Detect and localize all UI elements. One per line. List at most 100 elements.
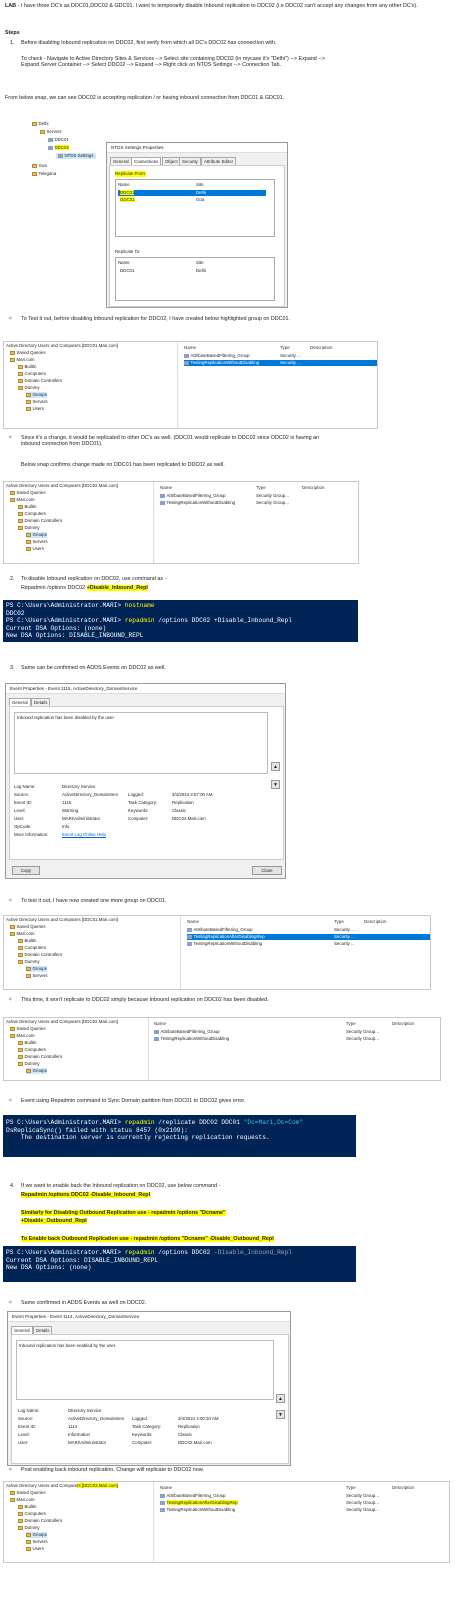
tree-groups[interactable]: Groups [26,1068,47,1074]
aduc-title: Active Directory Users and Computers [DD… [6,917,118,922]
tree-builtin[interactable]: Builtin [18,504,36,510]
aduc-tree: Active Directory Users and Computers [DD… [4,342,178,428]
snap-text: From below snap, we can see DDC02 is acc… [5,95,285,101]
step4-text: If we want to enable back the Inbound re… [21,1183,221,1189]
col-name: Name [184,345,197,350]
step3-num: 3. [10,665,15,671]
list-row[interactable]: AttributeBasedFiltering_Group Security Gr… [160,1493,379,1499]
event-log-help-link[interactable]: Event Log Online Help [62,832,106,837]
tree-saved-queries[interactable]: Saved Queries [10,924,46,930]
scroll-down-button[interactable]: ▼ [271,780,280,789]
scroll-up-button[interactable]: ▲ [276,1394,285,1403]
aduc-title: Active Directory Users and Computers [DD… [6,1483,118,1488]
tree-item-telegana[interactable]: Telegana [32,171,56,177]
close-button[interactable]: Close [252,866,282,875]
tree-domain-controllers[interactable]: Domain Controllers [18,952,62,958]
step2-command: Repadmin /options DDC02 +Disable_Inbound… [21,585,148,591]
aduc-ddc02-screenshot: Active Directory Users and Computers [DD… [3,481,359,564]
tree-servers[interactable]: Servers [26,539,48,545]
list-row-selected[interactable]: TestingReplicationWithoutDisabling Securi… [184,360,377,366]
list-row[interactable]: TestingReplicationWithoutDisabling Securi… [160,1507,379,1513]
tree-users[interactable]: Users [26,546,44,552]
tree-groups[interactable]: Groups [26,532,47,538]
aduc-title: Active Directory Users and Computers [DD… [6,343,118,348]
tree-servers[interactable]: Servers [26,1539,48,1545]
tree-item-delhi[interactable]: Delhi [32,121,49,127]
powershell-terminal-2: PS C:\Users\Administrator.MARI> repadmin… [3,1115,356,1157]
tree-saved-queries[interactable]: Saved Queries [10,350,46,356]
list-row-selected[interactable]: TestingReplicationAfterDisablingRep Secur… [187,934,430,940]
tree-saved-queries[interactable]: Saved Queries [10,490,46,496]
tree-item-ntds-settings[interactable]: NTDS Settings [56,153,96,159]
steps-title: Steps [5,30,20,36]
tree-groups[interactable]: Groups [26,392,47,398]
tree-dummy[interactable]: Dummy [18,1061,40,1067]
tree-dummy[interactable]: Dummy [18,525,40,531]
list-row[interactable]: TestingReplicationWithoutDisabling Securi… [154,1036,379,1042]
tree-dummy[interactable]: Dummy [18,959,40,965]
tree-domain-controllers[interactable]: Domain Controllers [18,378,62,384]
tree-item-ddc01[interactable]: DDC01 [48,137,69,143]
list-row[interactable]: TestingReplicationWithoutDisabling Securi… [160,500,289,506]
tree-item-goa[interactable]: Goa [32,163,47,169]
replicate-to-list[interactable]: Name Site DDC01 Delhi [115,257,275,301]
tree-computers[interactable]: Computers [18,371,46,377]
tree-domain-controllers[interactable]: Domain Controllers [18,1054,62,1060]
sites-services-screenshot: Delhi Servers DDC01 DDC02 NTDS Settings … [14,118,290,308]
tree-users[interactable]: Users [26,406,44,412]
event-message-box: Inbound replication has been enabled by … [16,1340,274,1400]
tree-domain-controllers[interactable]: Domain Controllers [18,518,62,524]
tree-dummy[interactable]: Dummy [18,385,40,391]
tree-dummy[interactable]: Dummy [18,1525,40,1531]
tree-groups[interactable]: Groups [26,1532,47,1538]
bullet-new-group: To test it out, I have now created one m… [21,898,167,904]
scroll-up-button[interactable]: ▲ [271,762,280,771]
event-title: Event Properties - Event 1114, ActiveDir… [8,1312,290,1322]
tree-mari-com[interactable]: Mari.com [10,1033,35,1039]
tree-users[interactable]: Users [26,1546,44,1552]
replicate-from-list[interactable]: Name Site DDC01 Delhi GDC01 Goa [115,179,275,237]
tree-builtin[interactable]: Builtin [18,1040,36,1046]
aduc-ddc01-screenshot: Active Directory Users and Computers [DD… [3,341,378,429]
tree-domain-controllers[interactable]: Domain Controllers [18,1518,62,1524]
tree-saved-queries[interactable]: Saved Queries [10,1490,46,1496]
list-row[interactable]: AttributeBasedFiltering_Group Security ..… [184,353,301,359]
aduc-title: Active Directory Users and Computers [DD… [6,483,118,488]
event-properties-1115: Event Properties - Event 1115, ActiveDir… [5,683,286,879]
tree-servers[interactable]: Servers [26,973,48,979]
tree-computers[interactable]: Computers [18,1511,46,1517]
tree-mari-com[interactable]: Mari.com [10,357,35,363]
aduc-title: Active Directory Users and Computers [DD… [6,1019,118,1024]
copy-button[interactable]: Copy [12,866,40,875]
list-row[interactable]: AttributeBasedFiltering_Group Security Gr… [160,493,289,499]
tree-groups[interactable]: Groups [26,966,47,972]
outbound-enable-note: To Enable back Outbound Replication use … [21,1236,274,1242]
dialog-title: NTDS Settings Properties [107,143,287,153]
scroll-down-button[interactable]: ▼ [276,1410,285,1419]
tree-mari-com[interactable]: Mari.com [10,497,35,503]
list-row[interactable]: AttributeBasedFiltering_Group Security Gr… [154,1029,379,1035]
tree-item-ddc02[interactable]: DDC02 [48,145,69,151]
tree-item-servers[interactable]: Servers [40,129,62,135]
step1-path: To check - Navigate to Active Directory … [21,56,325,69]
col-description: Description [392,1021,415,1026]
tree-servers[interactable]: Servers [26,399,48,405]
to-row-ddc01[interactable]: DDC01 Delhi [120,268,206,274]
lab-intro: LAB - I have three DC's as DDC01,DDC02 &… [5,3,455,9]
list-row-highlighted[interactable]: TestingReplicationAfterDisablingRep Secur… [160,1500,379,1506]
tree-builtin[interactable]: Builtin [18,364,36,370]
tree-computers[interactable]: Computers [18,945,46,951]
tree-computers[interactable]: Computers [18,511,46,517]
from-row-ddc01[interactable]: DDC01 Delhi [118,190,266,196]
tree-builtin[interactable]: Builtin [18,938,36,944]
step2-text: To disable Inbound replication on DDC02,… [21,576,167,582]
list-row[interactable]: AttributeBasedFiltering_Group Security ..… [187,927,355,933]
bullet-created-group: To Test it out, before disabling Inbound… [21,316,290,322]
tree-computers[interactable]: Computers [18,1047,46,1053]
tree-mari-com[interactable]: Mari.com [10,1497,35,1503]
list-row[interactable]: TestingReplicationWithoutDisabling Securi… [187,941,355,947]
tree-saved-queries[interactable]: Saved Queries [10,1026,46,1032]
tree-mari-com[interactable]: Mari.com [10,931,35,937]
tree-builtin[interactable]: Builtin [18,1504,36,1510]
from-row-gdc01[interactable]: GDC01 Goa [118,197,204,203]
